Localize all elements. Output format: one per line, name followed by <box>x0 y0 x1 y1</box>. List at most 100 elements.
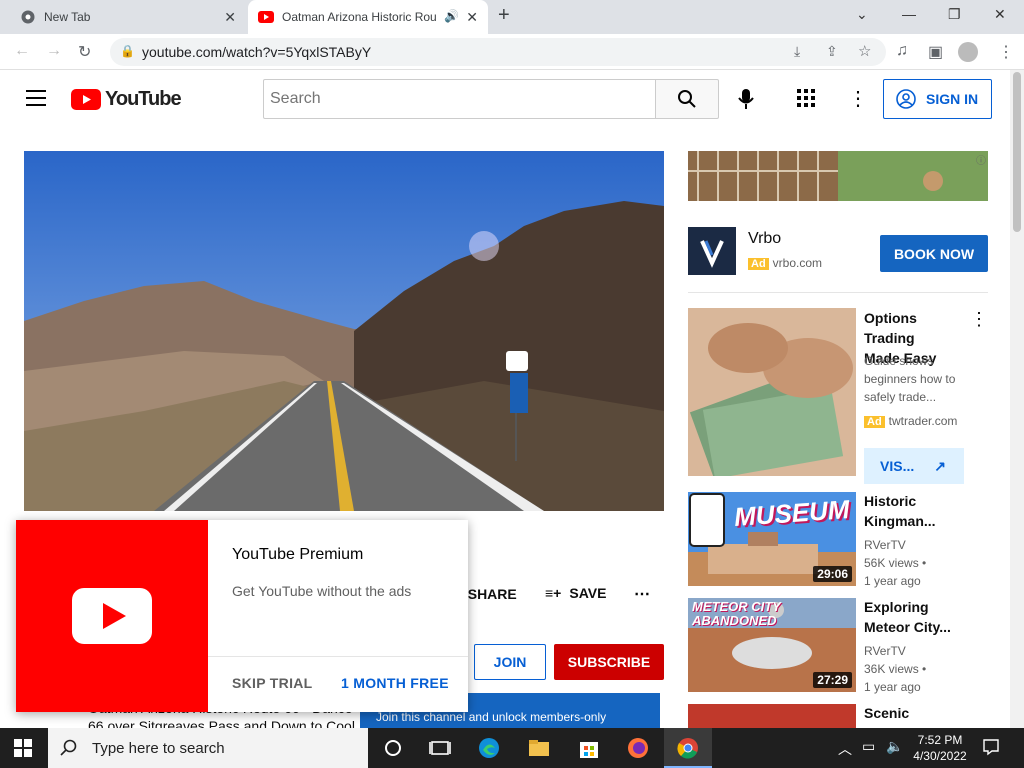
new-tab-button[interactable]: + <box>498 4 510 27</box>
close-tab-icon[interactable]: ✕ <box>466 9 478 26</box>
video-title[interactable]: Scenic <box>864 703 909 723</box>
video-thumbnail[interactable]: METEOR CITY ABANDONED 27:29 <box>688 598 856 692</box>
thumbnail-text: METEOR CITY ABANDONED <box>692 599 781 628</box>
ad-meta: Ad vrbo.com <box>748 256 822 270</box>
video-title-line: Exploring <box>864 599 929 615</box>
search-button[interactable] <box>655 79 719 119</box>
bookmark-star-icon[interactable]: ☆ <box>858 42 871 60</box>
ad-description: Guide shows beginners how to safely trad… <box>864 352 955 406</box>
view-count: 36K views <box>864 662 919 676</box>
ad-banner-image[interactable]: ⓘ <box>688 151 988 201</box>
close-window-button[interactable]: ✕ <box>994 6 1006 23</box>
page-scrollbar[interactable] <box>1010 70 1024 728</box>
reload-icon[interactable]: ↻ <box>78 42 91 62</box>
clock[interactable]: 7:52 PM 4/30/2022 <box>912 732 968 764</box>
ad-thumbnail[interactable] <box>688 308 856 476</box>
task-view-icon[interactable] <box>428 736 452 760</box>
open-external-icon: ↗ <box>934 457 946 474</box>
windows-start-icon[interactable] <box>14 739 32 757</box>
taskbar-search-box[interactable]: Type here to search <box>48 728 368 768</box>
file-explorer-icon[interactable] <box>527 736 551 760</box>
ad-options-icon[interactable]: ⋮ <box>970 309 988 330</box>
youtube-logo-icon <box>71 89 101 110</box>
clock-time: 7:52 PM <box>917 733 963 747</box>
youtube-logo[interactable]: YouTube <box>71 88 182 111</box>
apps-grid-icon[interactable] <box>797 89 817 109</box>
sign-in-button[interactable]: SIGN IN <box>883 79 992 119</box>
audio-playing-icon[interactable]: 🔊 <box>444 9 459 23</box>
media-control-icon[interactable]: ♫ <box>896 42 908 60</box>
chrome-taskbar-button[interactable] <box>664 728 712 768</box>
video-thumbnail[interactable] <box>688 704 856 728</box>
browser-toolbar: ← → ↻ 🔒 youtube.com/watch?v=5YqxlSTAByY … <box>0 34 1024 70</box>
show-hidden-icons[interactable]: ︿ <box>838 739 852 759</box>
settings-kebab-icon[interactable]: ⋮ <box>848 86 868 111</box>
tab-search-icon[interactable]: ⌄ <box>856 6 868 23</box>
ad-desc-line: Guide shows <box>864 354 934 368</box>
profile-avatar[interactable] <box>958 42 978 62</box>
firefox-icon[interactable] <box>626 736 650 760</box>
clock-date: 4/30/2022 <box>913 749 967 763</box>
channel-name[interactable]: RVerTV <box>864 536 926 554</box>
save-button[interactable]: ≡+ SAVE <box>545 585 606 601</box>
edge-icon[interactable] <box>477 736 501 760</box>
video-player[interactable] <box>24 151 664 511</box>
video-title[interactable]: Exploring Meteor City... <box>864 597 951 637</box>
video-thumbnail[interactable]: MUSEUM 29:06 <box>688 492 856 586</box>
ad-info-icon[interactable]: ⓘ <box>976 152 986 167</box>
url-text: youtube.com/watch?v=5YqxlSTAByY <box>142 44 372 60</box>
tab-new-tab[interactable]: New Tab ✕ <box>0 0 246 34</box>
popup-divider <box>208 656 468 657</box>
visit-site-button[interactable]: VIS... ↗ <box>864 448 964 484</box>
subscribe-button[interactable]: SUBSCRIBE <box>554 644 664 680</box>
address-bar[interactable]: 🔒 youtube.com/watch?v=5YqxlSTAByY ⤓ ⇪ ☆ <box>110 38 886 66</box>
close-tab-icon[interactable]: ✕ <box>224 9 236 26</box>
forward-icon[interactable]: → <box>46 42 62 60</box>
video-description-line2: 66 over Sitgreaves Pass and Down to Cool… <box>88 718 358 728</box>
video-title-line: Historic <box>864 493 917 509</box>
video-title-line: Kingman... <box>864 513 936 529</box>
side-panel-icon[interactable]: ▣ <box>928 42 943 62</box>
minimize-button[interactable]: — <box>902 6 916 22</box>
tab-title: Oatman Arizona Historic Rou <box>282 10 437 24</box>
video-frame-image <box>24 151 664 511</box>
voice-search-button[interactable] <box>730 79 762 119</box>
tab-youtube-video[interactable]: Oatman Arizona Historic Rou 🔊 ✕ <box>248 0 488 34</box>
restore-button[interactable]: ❐ <box>948 6 961 23</box>
vrbo-logo <box>688 227 736 275</box>
account-icon <box>896 89 916 109</box>
lock-icon: 🔒 <box>120 44 135 58</box>
search-icon <box>60 739 77 756</box>
join-button[interactable]: JOIN <box>474 644 546 680</box>
ad-domain: twtrader.com <box>888 414 958 428</box>
channel-name[interactable]: RVerTV <box>864 642 926 660</box>
ad-domain: vrbo.com <box>772 256 823 270</box>
more-actions-icon[interactable]: ⋯ <box>634 584 650 604</box>
menu-kebab-icon[interactable]: ⋮ <box>998 42 1014 62</box>
share-page-icon[interactable]: ⇪ <box>826 43 838 60</box>
back-icon[interactable]: ← <box>14 42 30 60</box>
ad-badge: Ad <box>748 258 769 270</box>
skip-trial-button[interactable]: SKIP TRIAL <box>232 675 313 691</box>
scrollbar-thumb[interactable] <box>1013 72 1021 232</box>
search-icon <box>678 90 696 108</box>
youtube-play-icon <box>72 588 152 644</box>
hamburger-menu-icon[interactable] <box>26 90 46 106</box>
one-month-free-button[interactable]: 1 MONTH FREE <box>341 675 449 691</box>
microsoft-store-icon[interactable] <box>577 736 601 760</box>
video-meta: RVerTV 36K views • 1 year ago <box>864 642 927 694</box>
search-input[interactable] <box>263 79 656 119</box>
network-icon[interactable]: ▭ <box>862 738 875 755</box>
notifications-icon[interactable] <box>982 738 1000 756</box>
premium-logo-panel <box>16 520 208 712</box>
video-duration: 27:29 <box>813 672 852 688</box>
book-now-button[interactable]: BOOK NOW <box>880 235 988 272</box>
install-icon[interactable]: ⤓ <box>794 43 800 60</box>
popup-subtitle: Get YouTube without the ads <box>232 583 412 599</box>
chrome-icon <box>677 738 698 759</box>
popup-title: YouTube Premium <box>232 546 364 563</box>
cortana-icon[interactable] <box>381 736 405 760</box>
video-title[interactable]: Historic Kingman... <box>864 491 936 531</box>
ad-desc-line: safely trade... <box>864 390 937 404</box>
volume-icon[interactable]: 🔈 <box>886 738 903 755</box>
